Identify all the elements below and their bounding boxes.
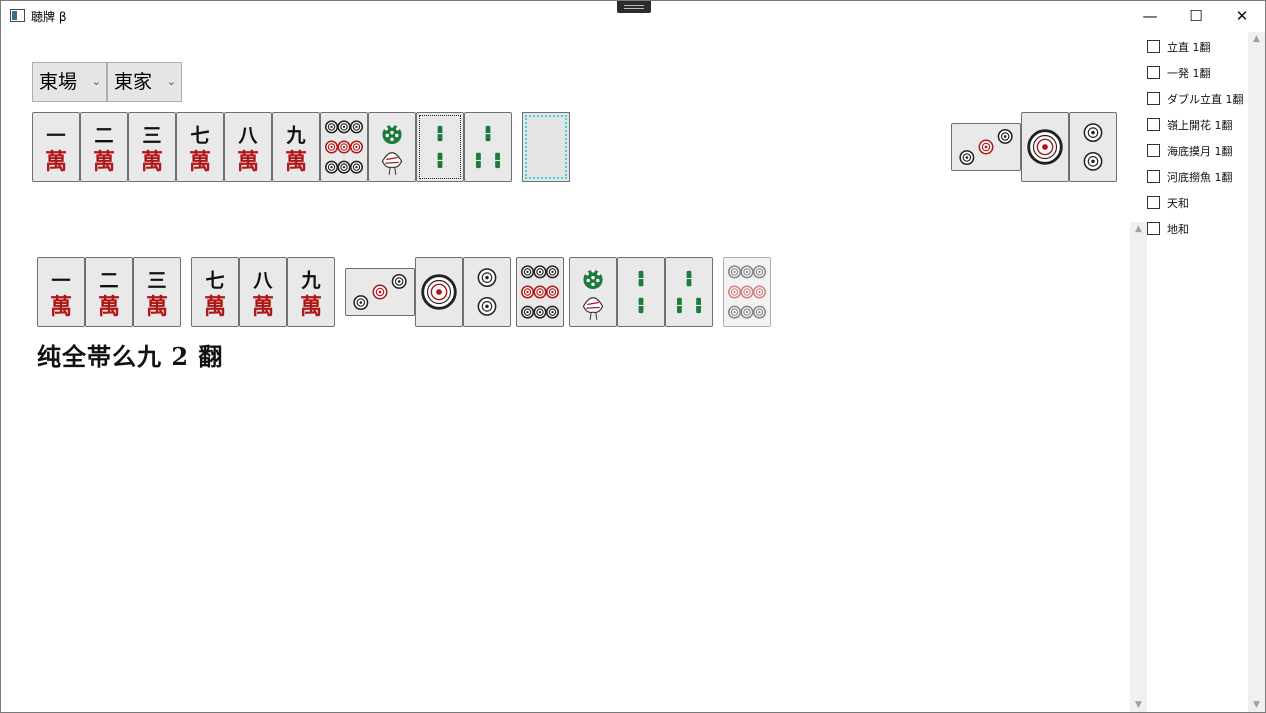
svg-text:萬: 萬 <box>300 294 322 320</box>
chevron-down-icon: ⌄ <box>166 75 176 88</box>
seat-wind-value: 東家 <box>114 71 153 93</box>
winning-tile-9-pin <box>723 257 771 327</box>
svg-text:萬: 萬 <box>189 149 211 175</box>
window-title: 聴牌 β <box>31 10 67 24</box>
result-tile-9-pin <box>516 257 564 327</box>
svg-text:萬: 萬 <box>237 149 259 175</box>
tile-9-pin[interactable] <box>320 112 368 182</box>
seat-wind-select[interactable]: 東家 ⌄ <box>107 62 182 102</box>
svg-text:三: 三 <box>147 269 166 292</box>
svg-text:萬: 萬 <box>252 294 274 320</box>
yaku-panel-scrollbar[interactable]: ▲ ▼ <box>1248 32 1265 712</box>
tile-1-sou[interactable] <box>368 112 416 182</box>
svg-text:萬: 萬 <box>204 294 226 320</box>
svg-text:萬: 萬 <box>146 294 168 320</box>
scroll-down-arrow-icon[interactable]: ▼ <box>1248 700 1265 710</box>
svg-text:七: 七 <box>190 124 209 147</box>
result-tile-2-pin <box>463 257 511 327</box>
close-button[interactable]: ✕ <box>1219 1 1265 31</box>
draw-tile-slot[interactable] <box>522 112 570 182</box>
chevron-down-icon: ⌄ <box>91 75 101 88</box>
round-wind-select[interactable]: 東場 ⌄ <box>32 62 107 102</box>
tile-1-man[interactable]: 一萬 <box>32 112 80 182</box>
result-tile-7-man: 七萬 <box>191 257 239 327</box>
checkbox[interactable] <box>1147 170 1160 183</box>
result-tile-9-man: 九萬 <box>287 257 335 327</box>
scroll-down-arrow-icon[interactable]: ▼ <box>1130 700 1147 710</box>
svg-text:萬: 萬 <box>93 149 115 175</box>
svg-text:七: 七 <box>205 269 224 292</box>
result-tile-3-man: 三萬 <box>133 257 181 327</box>
svg-text:一: 一 <box>51 269 70 292</box>
app-icon <box>10 9 25 22</box>
checkbox[interactable] <box>1147 40 1160 53</box>
round-wind-value: 東場 <box>39 71 78 93</box>
tile-7-man[interactable]: 七萬 <box>176 112 224 182</box>
tile-2-pin[interactable] <box>1069 112 1117 182</box>
svg-text:二: 二 <box>94 124 113 147</box>
svg-text:一: 一 <box>46 124 65 147</box>
svg-text:萬: 萬 <box>50 294 72 320</box>
checkbox[interactable] <box>1147 222 1160 235</box>
svg-text:萬: 萬 <box>141 149 163 175</box>
tile-3-sou[interactable] <box>464 112 512 182</box>
result-tile-1-sou <box>569 257 617 327</box>
result-tile-2-man: 二萬 <box>85 257 133 327</box>
tile-9-man[interactable]: 九萬 <box>272 112 320 182</box>
checkbox[interactable] <box>1147 144 1160 157</box>
result-tile-1-pin <box>415 257 463 327</box>
tile-8-man[interactable]: 八萬 <box>224 112 272 182</box>
svg-text:九: 九 <box>300 269 321 292</box>
checkbox[interactable] <box>1147 196 1160 209</box>
svg-text:八: 八 <box>238 124 258 147</box>
tile-1-pin[interactable] <box>1021 112 1069 182</box>
result-tile-8-man: 八萬 <box>239 257 287 327</box>
tile-2-man[interactable]: 二萬 <box>80 112 128 182</box>
tile-2-sou[interactable] <box>416 112 464 182</box>
vertical-scrollbar[interactable]: ▲ ▼ <box>1130 222 1147 712</box>
title-bar: 聴牌 β — ☐ ✕ <box>1 1 1265 31</box>
minimize-button[interactable]: — <box>1127 1 1173 31</box>
checkbox[interactable] <box>1147 92 1160 105</box>
result-tile-3-pin-sideways <box>345 268 415 316</box>
snap-grip-handle[interactable] <box>617 1 651 13</box>
maximize-button[interactable]: ☐ <box>1173 1 1219 31</box>
svg-text:二: 二 <box>99 269 118 292</box>
result-tile-2-sou <box>617 257 665 327</box>
svg-text:八: 八 <box>253 269 273 292</box>
tile-3-man[interactable]: 三萬 <box>128 112 176 182</box>
result-tile-1-man: 一萬 <box>37 257 85 327</box>
scroll-up-arrow-icon[interactable]: ▲ <box>1130 224 1147 234</box>
svg-text:萬: 萬 <box>285 149 307 175</box>
app-window: 聴牌 β — ☐ ✕ 東場 ⌄ 東家 ⌄ 一萬 二萬 三萬 七萬 八萬 九萬 一… <box>0 0 1266 713</box>
svg-text:九: 九 <box>285 124 306 147</box>
checkbox[interactable] <box>1147 118 1160 131</box>
svg-text:三: 三 <box>142 124 161 147</box>
scroll-up-arrow-icon[interactable]: ▲ <box>1248 34 1265 44</box>
yaku-result-text: 纯全帯么九 2 翻 <box>37 342 224 371</box>
svg-text:萬: 萬 <box>45 149 67 175</box>
result-tile-3-sou <box>665 257 713 327</box>
checkbox[interactable] <box>1147 66 1160 79</box>
tile-3-pin-sideways[interactable] <box>951 123 1021 171</box>
svg-text:萬: 萬 <box>98 294 120 320</box>
